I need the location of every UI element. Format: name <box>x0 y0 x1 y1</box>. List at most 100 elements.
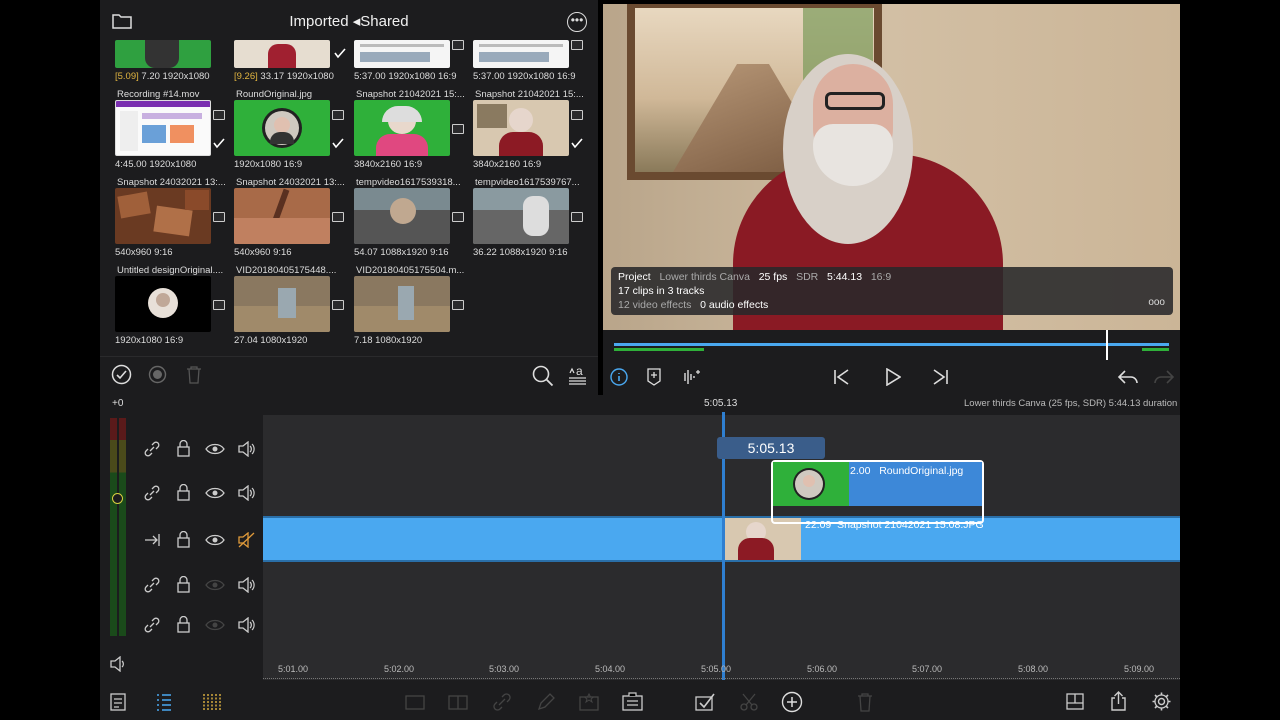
edit-pencil-icon[interactable] <box>536 692 556 712</box>
info-icon[interactable] <box>610 368 628 386</box>
media-browser-title[interactable]: Imported ◂Shared <box>100 12 598 30</box>
volume-knob[interactable] <box>112 493 123 504</box>
snapshot-clip-thumbnail[interactable] <box>724 518 801 560</box>
thumbnail-4-meta: 5:37.00 1920x1080 16:9 <box>473 71 576 82</box>
lock-icon[interactable] <box>177 440 190 457</box>
round-original-clip-thumbnail <box>773 462 849 506</box>
select-all-icon[interactable] <box>111 364 132 385</box>
delete-clip-icon[interactable] <box>856 692 874 712</box>
checkmark-icon <box>334 48 346 59</box>
add-icon[interactable] <box>781 691 803 713</box>
project-name: Lower thirds Canva <box>659 271 750 283</box>
thumbnail-15[interactable] <box>354 276 450 332</box>
thumbnail-11[interactable] <box>354 188 450 244</box>
thumbnail-6[interactable] <box>234 100 330 156</box>
audio-effects-count: 0 audio effects <box>700 299 769 311</box>
muted-speaker-icon[interactable] <box>238 532 255 548</box>
audio-meters-icon[interactable] <box>202 692 221 712</box>
left-letterbox <box>0 0 100 720</box>
sort-icon[interactable]: a <box>567 364 588 386</box>
undo-icon[interactable] <box>1117 368 1139 386</box>
eye-icon[interactable] <box>205 487 225 499</box>
play-icon[interactable] <box>885 368 901 386</box>
share-icon[interactable] <box>1109 690 1128 712</box>
more-info-icon[interactable]: ooo <box>1148 297 1165 308</box>
speaker-icon[interactable] <box>238 441 255 457</box>
thumbnail-1[interactable] <box>115 40 211 68</box>
thumbnail-10[interactable] <box>234 188 330 244</box>
link-icon[interactable] <box>144 617 160 633</box>
right-letterbox <box>1180 0 1280 720</box>
link-icon[interactable] <box>144 577 160 593</box>
link-icon[interactable] <box>144 441 160 457</box>
image-badge-icon <box>452 124 464 134</box>
ruler-label: 5:03.00 <box>489 664 520 674</box>
thumbnail-8[interactable] <box>473 100 569 156</box>
skip-back-icon[interactable] <box>833 368 850 386</box>
thumbnail-14[interactable] <box>234 276 330 332</box>
search-icon[interactable] <box>532 365 554 387</box>
effects-icon[interactable] <box>578 692 600 712</box>
redo-icon[interactable] <box>1153 368 1175 386</box>
select-clips-icon[interactable] <box>694 691 716 712</box>
scissors-icon[interactable] <box>739 692 759 712</box>
browser-toolbar <box>100 356 598 394</box>
thumbnail-5-meta: 4:45.00 1920x1080 <box>115 159 197 170</box>
thumbnail-14-meta: 27.04 1080x1920 <box>234 335 308 346</box>
connect-arrow-icon[interactable] <box>144 533 161 547</box>
thumbnail-13-name: Untitled designOriginal.... <box>117 265 224 276</box>
speaker-icon[interactable] <box>238 617 255 633</box>
insert-clip-icon[interactable] <box>404 692 426 712</box>
video-effects-count: 12 video effects <box>618 299 692 311</box>
trash-icon[interactable] <box>185 365 203 384</box>
thumbnail-3[interactable] <box>354 40 450 68</box>
thumbnail-5-name: Recording #14.mov <box>117 89 200 100</box>
settings-gear-icon[interactable] <box>1151 691 1172 712</box>
record-icon[interactable] <box>148 365 167 384</box>
ruler-label: 5:02.00 <box>384 664 415 674</box>
thumbnail-1-meta: [5.09] 7.20 1920x1080 <box>115 71 210 82</box>
clips-count: 17 clips in 3 tracks <box>618 285 705 297</box>
project-info-card[interactable]: Project Lower thirds Canva 25 fps SDR 5:… <box>611 267 1173 315</box>
audio-waveform-icon[interactable] <box>680 368 700 386</box>
svg-text:a: a <box>576 364 583 378</box>
timeline-overview[interactable] <box>614 342 1169 352</box>
link-icon[interactable] <box>144 485 160 501</box>
speaker-icon[interactable] <box>238 577 255 593</box>
track-list-icon[interactable] <box>155 692 172 712</box>
more-options-icon[interactable]: ••• <box>567 12 587 32</box>
overview-playhead[interactable] <box>1106 330 1108 360</box>
eye-icon[interactable] <box>205 443 225 455</box>
image-badge-icon <box>213 300 225 310</box>
thumbnail-5[interactable] <box>115 100 211 156</box>
skip-forward-icon[interactable] <box>932 368 949 386</box>
link-clip-icon[interactable] <box>492 692 512 712</box>
thumbnail-13[interactable] <box>115 276 211 332</box>
eye-icon[interactable] <box>205 534 225 546</box>
eye-icon[interactable] <box>205 579 225 591</box>
lock-icon[interactable] <box>177 531 190 548</box>
ruler-label: 5:01.00 <box>278 664 309 674</box>
eye-icon[interactable] <box>205 619 225 631</box>
lock-icon[interactable] <box>177 484 190 501</box>
split-clip-icon[interactable] <box>447 692 469 712</box>
master-volume-icon[interactable] <box>110 656 127 672</box>
speaker-icon[interactable] <box>238 485 255 501</box>
lock-icon[interactable] <box>177 576 190 593</box>
marker-icon[interactable] <box>647 368 661 386</box>
layout-icon[interactable] <box>1065 692 1085 711</box>
lock-icon[interactable] <box>177 616 190 633</box>
thumbnail-2[interactable] <box>234 40 330 68</box>
thumbnail-4[interactable] <box>473 40 569 68</box>
export-project-icon[interactable] <box>109 692 127 712</box>
thumbnail-7[interactable] <box>354 100 450 156</box>
video-badge-icon <box>332 300 344 310</box>
project-fps: 25 fps <box>758 271 788 283</box>
image-badge-icon <box>332 212 344 222</box>
playhead-time-label: 5:05.13 <box>704 398 738 409</box>
ruler-label: 5:09.00 <box>1124 664 1155 674</box>
thumbnail-7-meta: 3840x2160 16:9 <box>354 159 423 170</box>
clipboard-icon[interactable] <box>621 691 644 712</box>
thumbnail-9[interactable] <box>115 188 211 244</box>
thumbnail-12[interactable] <box>473 188 569 244</box>
